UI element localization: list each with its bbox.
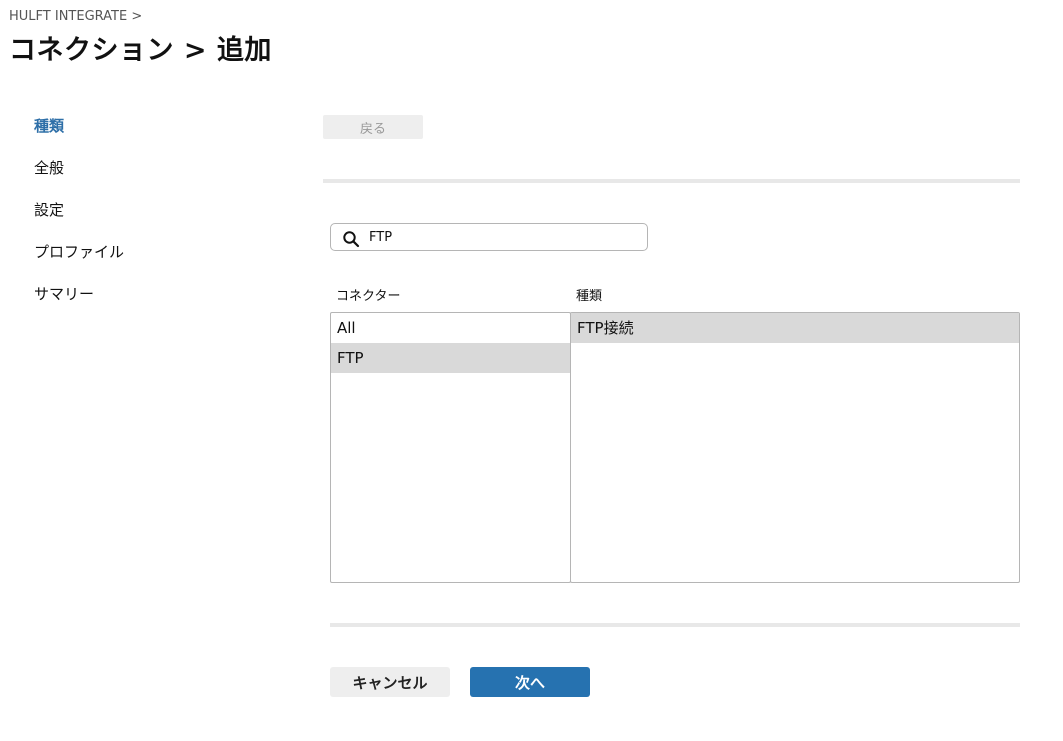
page-title: コネクション > 追加 (9, 35, 272, 66)
search-icon (342, 230, 360, 248)
divider (323, 179, 1020, 183)
kind-column-header: 種類 (576, 289, 603, 304)
connector-item-ftp[interactable]: FTP (331, 343, 570, 373)
kind-list[interactable]: FTP接続 (570, 312, 1020, 583)
page: HULFT INTEGRATE > コネクション > 追加 種類 全般 設定 プ… (0, 0, 1063, 741)
connector-list[interactable]: All FTP (330, 312, 571, 583)
search-box[interactable] (330, 223, 648, 251)
next-button[interactable]: 次へ (470, 667, 590, 697)
connector-column-header: コネクター (336, 289, 401, 304)
breadcrumb[interactable]: HULFT INTEGRATE > (9, 9, 142, 24)
search-input[interactable] (369, 227, 639, 247)
step-nav: 種類 全般 設定 プロファイル サマリー (34, 116, 124, 326)
back-button[interactable]: 戻る (323, 115, 423, 139)
divider (330, 623, 1020, 627)
step-item-profile[interactable]: プロファイル (34, 242, 124, 284)
kind-item-ftp-connection[interactable]: FTP接続 (571, 313, 1019, 343)
cancel-button[interactable]: キャンセル (330, 667, 450, 697)
connector-item-all[interactable]: All (331, 313, 570, 343)
step-item-summary[interactable]: サマリー (34, 284, 124, 326)
step-item-kind[interactable]: 種類 (34, 116, 124, 158)
step-item-general[interactable]: 全般 (34, 158, 124, 200)
step-item-settings[interactable]: 設定 (34, 200, 124, 242)
